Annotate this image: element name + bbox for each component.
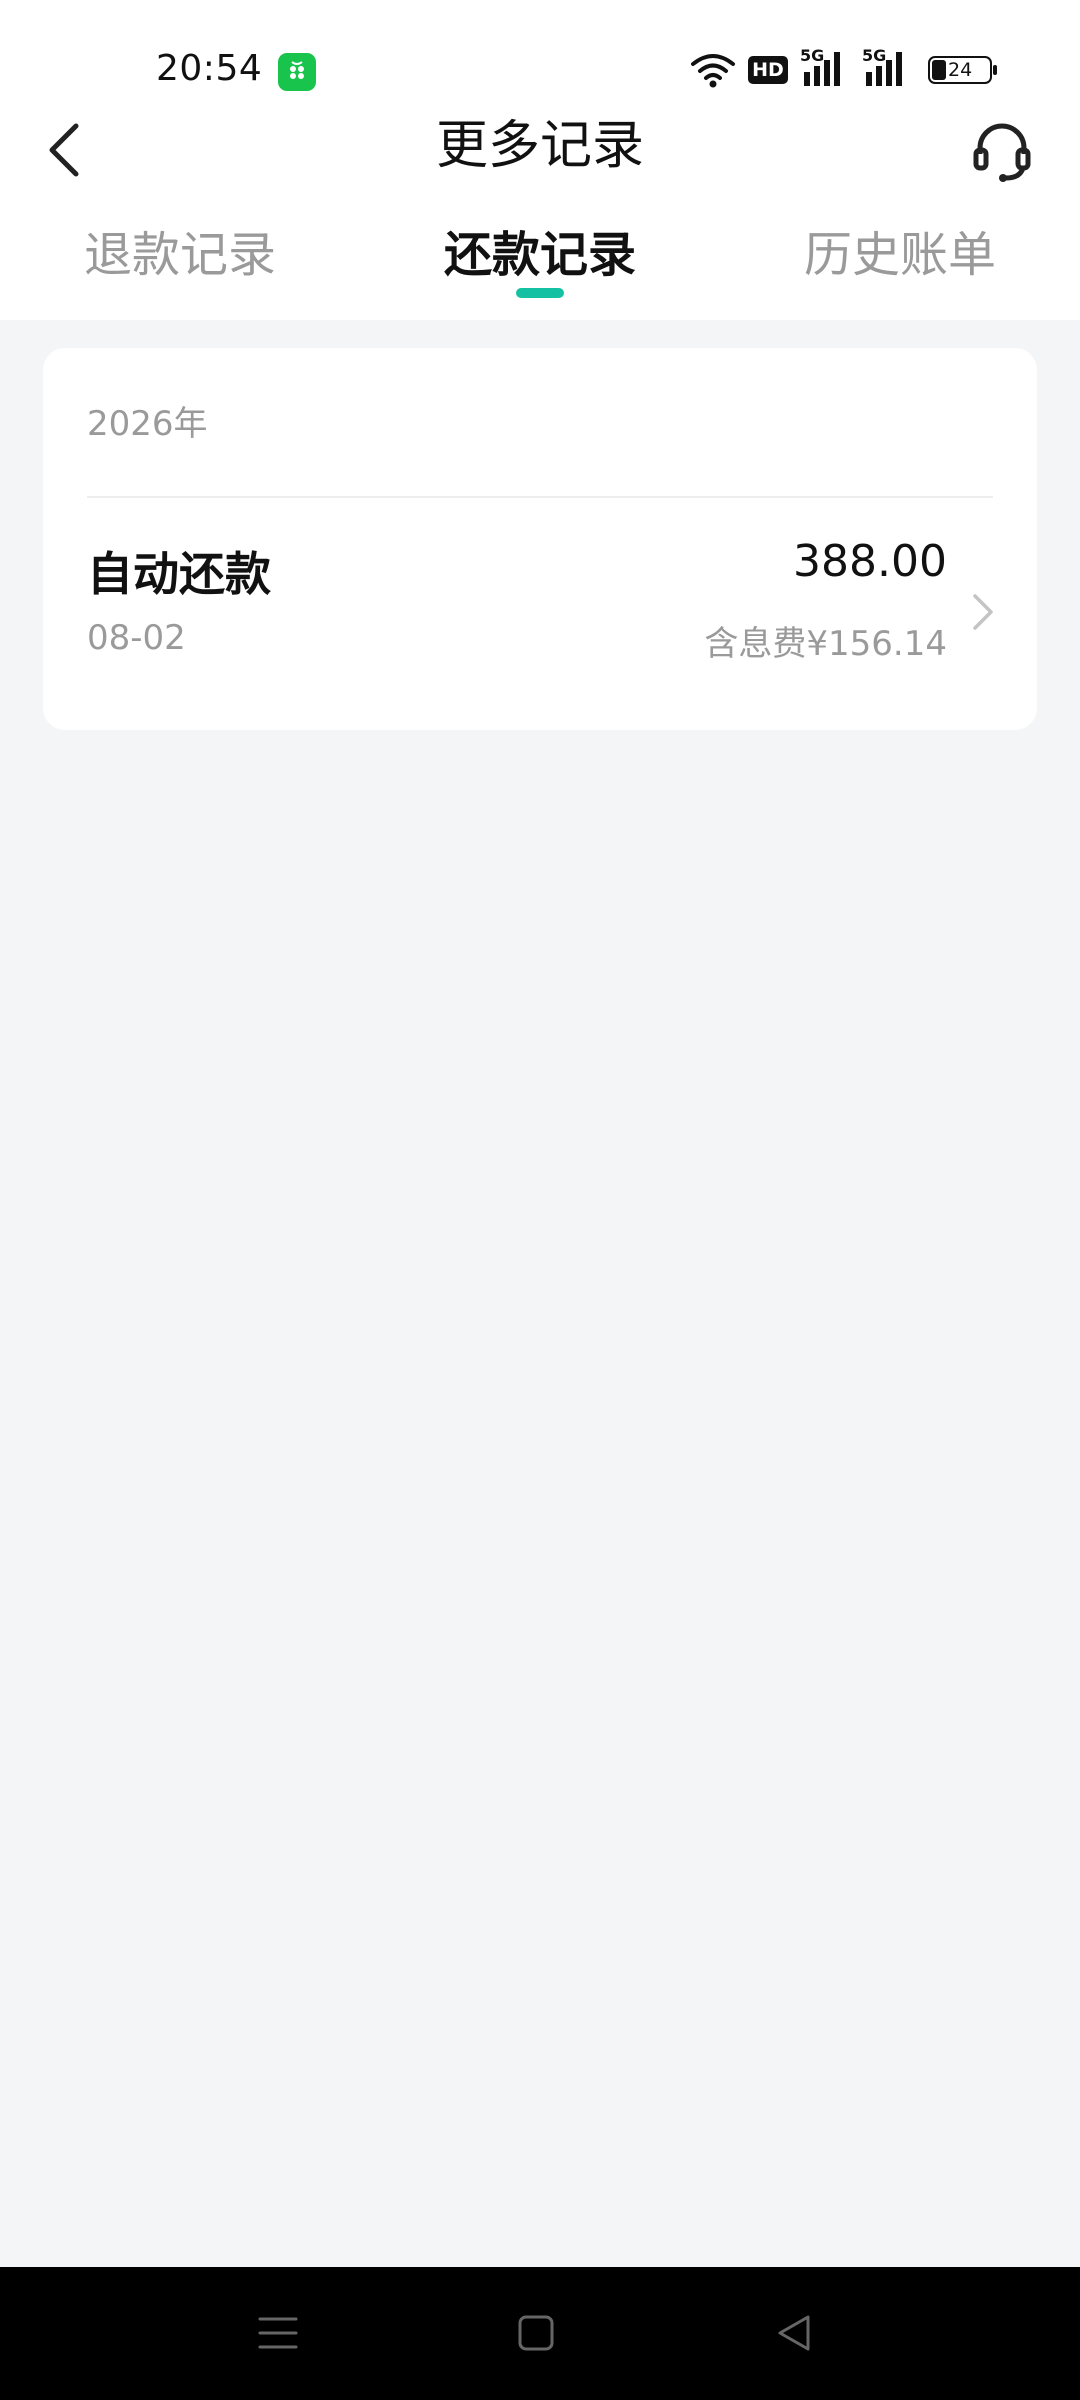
hd-icon: HD [748, 56, 788, 84]
tab-history-bills[interactable]: 历史账单 [720, 210, 1080, 300]
header: 更多记录 退款记录 还款记录 历史账单 [0, 100, 1080, 320]
record-item[interactable]: 自动还款 08-02 388.00 含息费¥156.14 [43, 498, 1037, 730]
tab-refund-records[interactable]: 退款记录 [0, 210, 360, 300]
home-square-icon [518, 2315, 554, 2351]
record-amount: 388.00 [793, 536, 947, 587]
status-time: 20:54 [156, 48, 263, 89]
menu-button[interactable] [238, 2293, 318, 2373]
home-button[interactable] [496, 2293, 576, 2373]
signal-5g-icon: 5G [862, 46, 914, 90]
page-title: 更多记录 [435, 116, 644, 176]
back-nav-button[interactable] [754, 2293, 834, 2373]
tab-repayment-records[interactable]: 还款记录 [360, 210, 720, 300]
chevron-right-icon [973, 594, 993, 630]
status-bar: 20:54 HD 5G 5G 24 [0, 0, 1080, 100]
wifi-icon [691, 54, 735, 88]
headset-icon [973, 123, 1031, 182]
signal-5g-label: 5G [862, 46, 887, 65]
signal-5g-label: 5G [800, 46, 825, 65]
record-date: 08-02 [87, 618, 186, 658]
year-header: 2026年 [87, 404, 208, 444]
menu-icon [258, 2317, 298, 2349]
back-triangle-icon [778, 2315, 810, 2351]
record-title: 自动还款 [87, 547, 271, 601]
records-card: 2026年 自动还款 08-02 388.00 含息费¥156.14 [43, 348, 1037, 730]
app-notification-icon [278, 53, 316, 91]
signal-5g-icon: 5G [800, 46, 852, 90]
active-tab-indicator [516, 288, 564, 298]
system-navigation-bar [0, 2267, 1080, 2400]
record-interest: 含息费¥156.14 [704, 624, 947, 664]
customer-service-button[interactable] [962, 110, 1042, 190]
hd-label: HD [752, 59, 784, 81]
battery-icon: 24 [928, 56, 997, 84]
battery-level: 24 [948, 59, 973, 81]
status-icons: HD 5G 5G 24 [690, 46, 1010, 90]
